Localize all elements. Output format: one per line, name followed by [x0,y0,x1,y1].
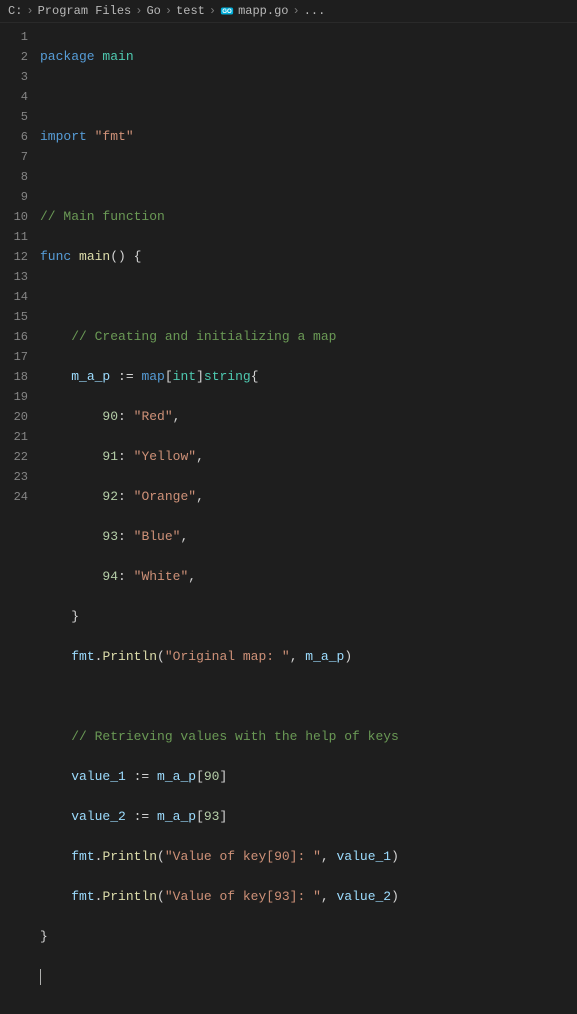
breadcrumb-part-3[interactable]: test [176,4,205,18]
code-line[interactable]: // Main function [40,207,577,227]
line-number: 3 [8,67,28,87]
line-number: 19 [8,387,28,407]
breadcrumb-part-4[interactable]: mapp.go [238,4,288,18]
code-line[interactable]: 91: "Yellow", [40,447,577,467]
line-number: 18 [8,367,28,387]
breadcrumb-part-5[interactable]: ... [304,4,326,18]
chevron-right-icon: › [26,4,33,18]
line-number: 8 [8,167,28,187]
code-line[interactable] [40,287,577,307]
code-line[interactable] [40,167,577,187]
line-number: 15 [8,307,28,327]
code-area[interactable]: package main import "fmt" // Main functi… [40,23,577,506]
line-number: 6 [8,127,28,147]
code-line[interactable]: m_a_p := map[int]string{ [40,367,577,387]
line-number: 11 [8,227,28,247]
chevron-right-icon: › [292,4,299,18]
breadcrumb-part-0[interactable]: C: [8,4,22,18]
line-number: 16 [8,327,28,347]
line-number: 5 [8,107,28,127]
line-number: 23 [8,467,28,487]
line-number: 10 [8,207,28,227]
breadcrumb-part-1[interactable]: Program Files [38,4,132,18]
svg-text:GO: GO [222,8,232,15]
code-line[interactable]: fmt.Println("Value of key[90]: ", value_… [40,847,577,867]
line-number: 24 [8,487,28,507]
line-number: 7 [8,147,28,167]
code-line[interactable]: 94: "White", [40,567,577,587]
line-number: 2 [8,47,28,67]
code-line[interactable]: 92: "Orange", [40,487,577,507]
line-number: 14 [8,287,28,307]
code-line[interactable]: } [40,927,577,947]
line-number: 1 [8,27,28,47]
breadcrumb[interactable]: C: › Program Files › Go › test › GO mapp… [0,0,577,23]
code-line[interactable]: package main [40,47,577,67]
line-number: 4 [8,87,28,107]
code-line[interactable]: fmt.Println("Original map: ", m_a_p) [40,647,577,667]
code-line[interactable] [40,687,577,707]
chevron-right-icon: › [165,4,172,18]
code-line[interactable]: import "fmt" [40,127,577,147]
line-number: 13 [8,267,28,287]
line-number-gutter: 123456789101112131415161718192021222324 [0,23,40,506]
code-line[interactable]: 90: "Red", [40,407,577,427]
code-line[interactable] [40,87,577,107]
code-line[interactable]: func main() { [40,247,577,267]
line-number: 9 [8,187,28,207]
chevron-right-icon: › [135,4,142,18]
go-file-icon: GO [220,4,234,18]
breadcrumb-part-2[interactable]: Go [146,4,160,18]
line-number: 22 [8,447,28,467]
code-editor[interactable]: 123456789101112131415161718192021222324 … [0,23,577,506]
code-line[interactable]: 93: "Blue", [40,527,577,547]
line-number: 17 [8,347,28,367]
code-line[interactable]: // Retrieving values with the help of ke… [40,727,577,747]
code-line[interactable]: value_1 := m_a_p[90] [40,767,577,787]
line-number: 21 [8,427,28,447]
code-line[interactable]: // Creating and initializing a map [40,327,577,347]
line-number: 12 [8,247,28,267]
line-number: 20 [8,407,28,427]
code-line[interactable]: fmt.Println("Value of key[93]: ", value_… [40,887,577,907]
code-line[interactable] [40,967,577,987]
code-line[interactable]: value_2 := m_a_p[93] [40,807,577,827]
chevron-right-icon: › [209,4,216,18]
text-cursor [40,969,41,985]
code-line[interactable]: } [40,607,577,627]
